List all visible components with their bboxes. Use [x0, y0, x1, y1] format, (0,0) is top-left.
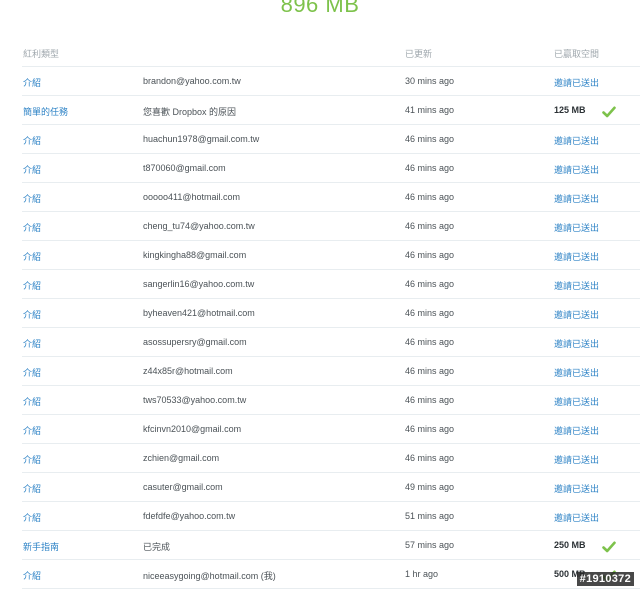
table-row: 介紹 kingkingha88@gmail.com 46 mins ago 邀請已送出	[22, 241, 640, 270]
bonus-description: huachun1978@gmail.com.tw	[143, 134, 260, 144]
updated-time: 30 mins ago	[405, 76, 455, 86]
table-header: 紅利類型 已更新 已贏取空間	[22, 40, 640, 67]
earned-space-value: 250 MB	[554, 540, 586, 550]
bonus-type-link[interactable]: 介紹	[23, 76, 41, 89]
column-header-type: 紅利類型	[23, 49, 60, 59]
table-row: 介紹 tws70533@yahoo.com.tw 46 mins ago 邀請已送出	[22, 386, 640, 415]
table-row: 介紹 fdefdfe@yahoo.com.tw 51 mins ago 邀請已送出	[22, 502, 640, 531]
updated-time: 46 mins ago	[405, 366, 455, 376]
invite-sent-link[interactable]: 邀請已送出	[554, 453, 599, 466]
table-body: 介紹 brandon@yahoo.com.tw 30 mins ago 邀請已送出 簡單…	[22, 67, 640, 589]
updated-time: 41 mins ago	[405, 105, 455, 115]
bonus-description: sangerlin16@yahoo.com.tw	[143, 279, 255, 289]
invite-sent-link[interactable]: 邀請已送出	[554, 366, 599, 379]
bonus-description: brandon@yahoo.com.tw	[143, 76, 241, 86]
bonus-type-link[interactable]: 介紹	[23, 366, 41, 379]
bonus-description: 已完成	[143, 542, 171, 552]
bonus-type-link[interactable]: 介紹	[23, 569, 41, 582]
invite-sent-link[interactable]: 邀請已送出	[554, 76, 599, 89]
bonus-description: t870060@gmail.com	[143, 163, 226, 173]
updated-time: 46 mins ago	[405, 250, 455, 260]
bonus-type-link[interactable]: 介紹	[23, 134, 41, 147]
bonus-description: asossupersry@gmail.com	[143, 337, 247, 347]
invite-sent-link[interactable]: 邀請已送出	[554, 337, 599, 350]
updated-time: 46 mins ago	[405, 337, 455, 347]
updated-time: 49 mins ago	[405, 482, 455, 492]
invite-sent-link[interactable]: 邀請已送出	[554, 482, 599, 495]
table-row: 介紹 casuter@gmail.com 49 mins ago 邀請已送出	[22, 473, 640, 502]
table-row: 介紹 zchien@gmail.com 46 mins ago 邀請已送出	[22, 444, 640, 473]
bonus-type-link[interactable]: 介紹	[23, 395, 41, 408]
bonus-type-link[interactable]: 介紹	[23, 424, 41, 437]
bonus-type-link[interactable]: 新手指南	[23, 540, 59, 553]
invite-sent-link[interactable]: 邀請已送出	[554, 511, 599, 524]
bonus-description: kfcinvn2010@gmail.com	[143, 424, 242, 434]
updated-time: 51 mins ago	[405, 511, 455, 521]
earned-space-value: 125 MB	[554, 105, 586, 115]
bonus-description: kingkingha88@gmail.com	[143, 250, 247, 260]
bonus-description: byheaven421@hotmail.com	[143, 308, 255, 318]
updated-time: 46 mins ago	[405, 279, 455, 289]
invite-sent-link[interactable]: 邀請已送出	[554, 163, 599, 176]
table-row: 介紹 brandon@yahoo.com.tw 30 mins ago 邀請已送出	[22, 67, 640, 96]
table-row: 介紹 asossupersry@gmail.com 46 mins ago 邀請已送出	[22, 328, 640, 357]
bonus-description: 您喜歡 Dropbox 的原因	[143, 107, 237, 117]
bonus-description: niceeasygoing@hotmail.com (我)	[143, 571, 276, 581]
table-row: 介紹 huachun1978@gmail.com.tw 46 mins ago 邀請已…	[22, 125, 640, 154]
table-row: 介紹 t870060@gmail.com 46 mins ago 邀請已送出	[22, 154, 640, 183]
updated-time: 46 mins ago	[405, 395, 455, 405]
updated-time: 46 mins ago	[405, 163, 455, 173]
bonus-type-link[interactable]: 介紹	[23, 511, 41, 524]
bonus-description: tws70533@yahoo.com.tw	[143, 395, 247, 405]
invite-sent-link[interactable]: 邀請已送出	[554, 192, 599, 205]
check-icon	[602, 540, 616, 554]
table-row: 介紹 byheaven421@hotmail.com 46 mins ago 邀請已送…	[22, 299, 640, 328]
table-row: 介紹 niceeasygoing@hotmail.com (我) 1 hr ago 5…	[22, 560, 640, 589]
bonus-description: z44x85r@hotmail.com	[143, 366, 233, 376]
updated-time: 1 hr ago	[405, 569, 439, 579]
bonus-description: casuter@gmail.com	[143, 482, 223, 492]
bonus-type-link[interactable]: 介紹	[23, 308, 41, 321]
column-header-earned: 已贏取空間	[554, 49, 600, 59]
table-row: 介紹 z44x85r@hotmail.com 46 mins ago 邀請已送出	[22, 357, 640, 386]
table-row: 介紹 kfcinvn2010@gmail.com 46 mins ago 邀請已送出	[22, 415, 640, 444]
bonus-type-link[interactable]: 介紹	[23, 337, 41, 350]
bonus-description: ooooo411@hotmail.com	[143, 192, 241, 202]
bonus-type-link[interactable]: 介紹	[23, 221, 41, 234]
bonus-type-link[interactable]: 介紹	[23, 279, 41, 292]
invite-sent-link[interactable]: 邀請已送出	[554, 424, 599, 437]
updated-time: 46 mins ago	[405, 453, 455, 463]
watermark: #1910372	[576, 572, 634, 586]
updated-time: 57 mins ago	[405, 540, 455, 550]
total-space-value: 896 MB	[280, 0, 360, 17]
invite-sent-link[interactable]: 邀請已送出	[554, 395, 599, 408]
updated-time: 46 mins ago	[405, 424, 455, 434]
bonus-type-link[interactable]: 介紹	[23, 192, 41, 205]
bonus-description: cheng_tu74@yahoo.com.tw	[143, 221, 255, 231]
column-header-updated: 已更新	[405, 49, 433, 59]
updated-time: 46 mins ago	[405, 192, 455, 202]
check-icon	[602, 105, 616, 119]
bonus-type-link[interactable]: 介紹	[23, 482, 41, 495]
table-row: 簡單的任務 您喜歡 Dropbox 的原因 41 mins ago 125 MB	[22, 96, 640, 125]
bonus-description: zchien@gmail.com	[143, 453, 220, 463]
table-row: 介紹 sangerlin16@yahoo.com.tw 46 mins ago 邀請已…	[22, 270, 640, 299]
invite-sent-link[interactable]: 邀請已送出	[554, 221, 599, 234]
updated-time: 46 mins ago	[405, 308, 455, 318]
table-row: 新手指南 已完成 57 mins ago 250 MB	[22, 531, 640, 560]
updated-time: 46 mins ago	[405, 134, 455, 144]
bonus-description: fdefdfe@yahoo.com.tw	[143, 511, 236, 521]
invite-sent-link[interactable]: 邀請已送出	[554, 279, 599, 292]
bonus-type-link[interactable]: 介紹	[23, 250, 41, 263]
invite-sent-link[interactable]: 邀請已送出	[554, 134, 599, 147]
bonus-type-link[interactable]: 介紹	[23, 453, 41, 466]
table-row: 介紹 cheng_tu74@yahoo.com.tw 46 mins ago 邀請已送…	[22, 212, 640, 241]
bonus-type-link[interactable]: 簡單的任務	[23, 105, 68, 118]
invite-sent-link[interactable]: 邀請已送出	[554, 250, 599, 263]
updated-time: 46 mins ago	[405, 221, 455, 231]
bonus-table: 紅利類型 已更新 已贏取空間 介紹 brandon@yahoo.com.tw 30 …	[22, 40, 640, 589]
invite-sent-link[interactable]: 邀請已送出	[554, 308, 599, 321]
bonus-type-link[interactable]: 介紹	[23, 163, 41, 176]
table-row: 介紹 ooooo411@hotmail.com 46 mins ago 邀請已送出	[22, 183, 640, 212]
